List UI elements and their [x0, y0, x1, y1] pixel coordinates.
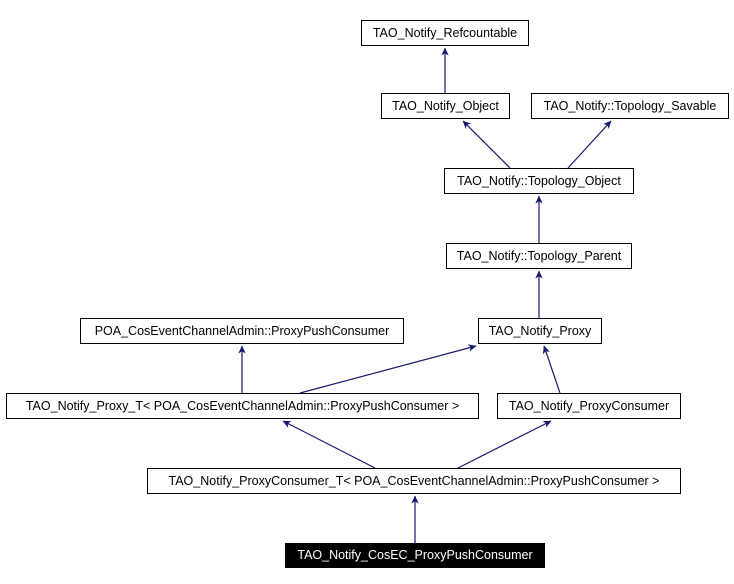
inheritance-arrow-proxy_consumer-to-notify_proxy	[542, 345, 561, 394]
class-node-cosec_proxypushconsumer[interactable]: TAO_Notify_CosEC_ProxyPushConsumer	[285, 543, 545, 568]
class-node-label: TAO_Notify_Refcountable	[372, 25, 518, 40]
inheritance-arrow-proxy_consumer_t-to-proxy_consumer	[457, 420, 552, 469]
class-node-proxy_consumer_t[interactable]: TAO_Notify_ProxyConsumer_T< POA_CosEvent…	[147, 468, 681, 494]
inheritance-arrow-proxy_t-to-notify_proxy	[299, 344, 477, 394]
class-node-topology_parent[interactable]: TAO_Notify::Topology_Parent	[446, 243, 632, 269]
class-node-label: TAO_Notify_ProxyConsumer	[508, 398, 670, 413]
class-node-proxy_consumer[interactable]: TAO_Notify_ProxyConsumer	[497, 393, 681, 419]
edge-layer	[238, 47, 612, 543]
class-node-label: TAO_Notify::Topology_Object	[457, 173, 621, 188]
class-node-label: TAO_Notify_Object	[392, 98, 499, 113]
class-node-label: TAO_Notify_ProxyConsumer_T< POA_CosEvent…	[168, 473, 660, 488]
class-node-label: TAO_Notify::Topology_Savable	[543, 98, 717, 113]
class-node-topology_savable[interactable]: TAO_Notify::Topology_Savable	[531, 93, 729, 119]
class-node-label: TAO_Notify::Topology_Parent	[456, 248, 622, 263]
class-node-label: TAO_Notify_CosEC_ProxyPushConsumer	[297, 548, 533, 563]
class-node-proxy_t[interactable]: TAO_Notify_Proxy_T< POA_CosEventChannelA…	[6, 393, 479, 419]
class-node-refcountable[interactable]: TAO_Notify_Refcountable	[361, 20, 529, 46]
class-node-topology_object[interactable]: TAO_Notify::Topology_Object	[444, 168, 634, 194]
class-node-notify_object[interactable]: TAO_Notify_Object	[381, 93, 510, 119]
class-node-label: TAO_Notify_Proxy	[488, 323, 592, 338]
inheritance-diagram: TAO_Notify_Refcountable TAO_Notify_Object…	[0, 0, 734, 584]
inheritance-arrow-proxy_consumer_t-to-proxy_t	[282, 420, 376, 469]
class-node-label: POA_CosEventChannelAdmin::ProxyPushConsu…	[94, 323, 390, 338]
class-node-label: TAO_Notify_Proxy_T< POA_CosEventChannelA…	[25, 398, 460, 413]
class-node-notify_proxy[interactable]: TAO_Notify_Proxy	[478, 318, 602, 344]
inheritance-arrow-topology_object-to-notify_object	[462, 120, 511, 169]
inheritance-arrow-topology_object-to-topology_savable	[567, 120, 612, 169]
class-node-poa_proxypushconsumer[interactable]: POA_CosEventChannelAdmin::ProxyPushConsu…	[80, 318, 404, 344]
